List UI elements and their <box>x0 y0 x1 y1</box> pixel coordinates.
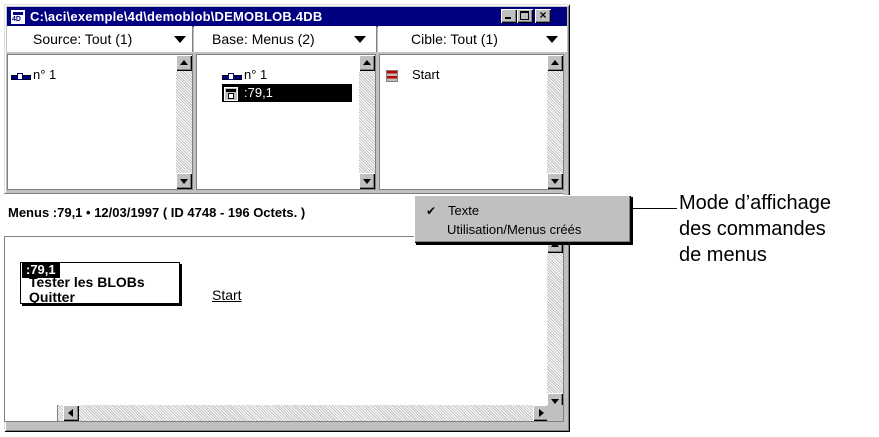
menu-item-utilisation-menus-crees[interactable]: Utilisation/Menus créés <box>447 222 581 237</box>
list-item[interactable]: n° 1 <box>11 67 56 83</box>
close-icon: × <box>539 8 547 22</box>
menu-item-quitter[interactable]: Quitter <box>29 289 75 305</box>
source-filter-label: Source: Tout (1) <box>33 31 133 47</box>
link-icon <box>11 72 31 80</box>
annotation: Mode d’affichage des commandes de menus <box>679 190 831 268</box>
scroll-left-button[interactable] <box>63 405 79 421</box>
menu-icon <box>224 86 238 101</box>
arrow-up-icon <box>180 60 188 65</box>
list-item-label: :79,1 <box>244 85 273 100</box>
scroll-up-button[interactable] <box>547 55 563 71</box>
scroll-down-button[interactable] <box>176 173 192 189</box>
size-grip <box>547 405 563 421</box>
arrow-up-icon <box>363 60 371 65</box>
list-item-label: n° 1 <box>33 67 57 82</box>
display-mode-menu[interactable]: ✔ Texte Utilisation/Menus créés <box>414 195 631 243</box>
app-icon <box>10 9 26 25</box>
base-filter-label: Base: Menus (2) <box>212 31 315 47</box>
list-item-selected[interactable]: :79,1 <box>222 84 352 102</box>
target-filter-dropdown[interactable]: Cible: Tout (1) <box>378 26 567 52</box>
list-item-label: n° 1 <box>244 67 268 82</box>
scroll-up-button[interactable] <box>176 55 192 71</box>
title-bar[interactable]: C:\aci\exemple\4d\demoblob\DEMOBLOB.4DB … <box>7 7 567 27</box>
info-text: Menus :79,1 • 12/03/1997 ( ID 4748 - 196… <box>8 205 306 220</box>
scroll-down-button[interactable] <box>547 173 563 189</box>
maximize-button[interactable] <box>517 9 533 23</box>
target-list[interactable]: Start <box>379 54 564 190</box>
scroll-up-button[interactable] <box>359 55 375 71</box>
vertical-scrollbar[interactable] <box>176 55 192 189</box>
minimize-button[interactable] <box>501 9 517 23</box>
annotation-line: des commandes <box>679 218 826 240</box>
vertical-scrollbar[interactable] <box>547 237 563 409</box>
arrow-down-icon <box>551 399 559 404</box>
scroll-down-button[interactable] <box>359 173 375 189</box>
checkmark-icon: ✔ <box>426 204 437 218</box>
vertical-scrollbar[interactable] <box>547 55 563 189</box>
base-filter-dropdown[interactable]: Base: Menus (2) <box>194 26 377 52</box>
vertical-scrollbar[interactable] <box>359 55 375 189</box>
source-list[interactable]: n° 1 <box>7 54 193 190</box>
arrow-up-icon <box>551 60 559 65</box>
menu-preview-title: :79,1 <box>22 262 60 278</box>
source-filter-dropdown[interactable]: Source: Tout (1) <box>7 26 193 52</box>
window-title: C:\aci\exemple\4d\demoblob\DEMOBLOB.4DB <box>30 9 323 24</box>
arrow-right-icon <box>539 409 544 417</box>
target-filter-label: Cible: Tout (1) <box>411 31 498 47</box>
list-item-label: Start <box>412 67 440 82</box>
start-icon <box>386 69 398 82</box>
horizontal-scrollbar[interactable] <box>5 405 549 421</box>
chevron-down-icon <box>354 36 366 43</box>
chevron-down-icon <box>174 36 186 43</box>
link-icon <box>222 72 242 80</box>
start-link[interactable]: Start <box>212 287 242 303</box>
list-item[interactable]: Start <box>386 67 439 83</box>
scrollbar-track-segment <box>5 405 58 421</box>
arrow-down-icon <box>180 179 188 184</box>
base-list[interactable]: n° 1 :79,1 <box>196 54 376 190</box>
annotation-leader-line <box>630 208 677 209</box>
annotation-line: de menus <box>679 244 767 266</box>
menu-preview-pane[interactable]: Tester les BLOBs Quitter Start <box>4 236 564 422</box>
close-button[interactable]: × <box>535 8 551 23</box>
arrow-down-icon <box>551 179 559 184</box>
menu-item-texte[interactable]: Texte <box>448 203 479 218</box>
list-item[interactable]: n° 1 <box>222 67 267 83</box>
arrow-left-icon <box>68 409 73 417</box>
annotation-line: Mode d’affichage <box>679 192 831 214</box>
chevron-down-icon <box>546 36 558 43</box>
arrow-down-icon <box>363 179 371 184</box>
